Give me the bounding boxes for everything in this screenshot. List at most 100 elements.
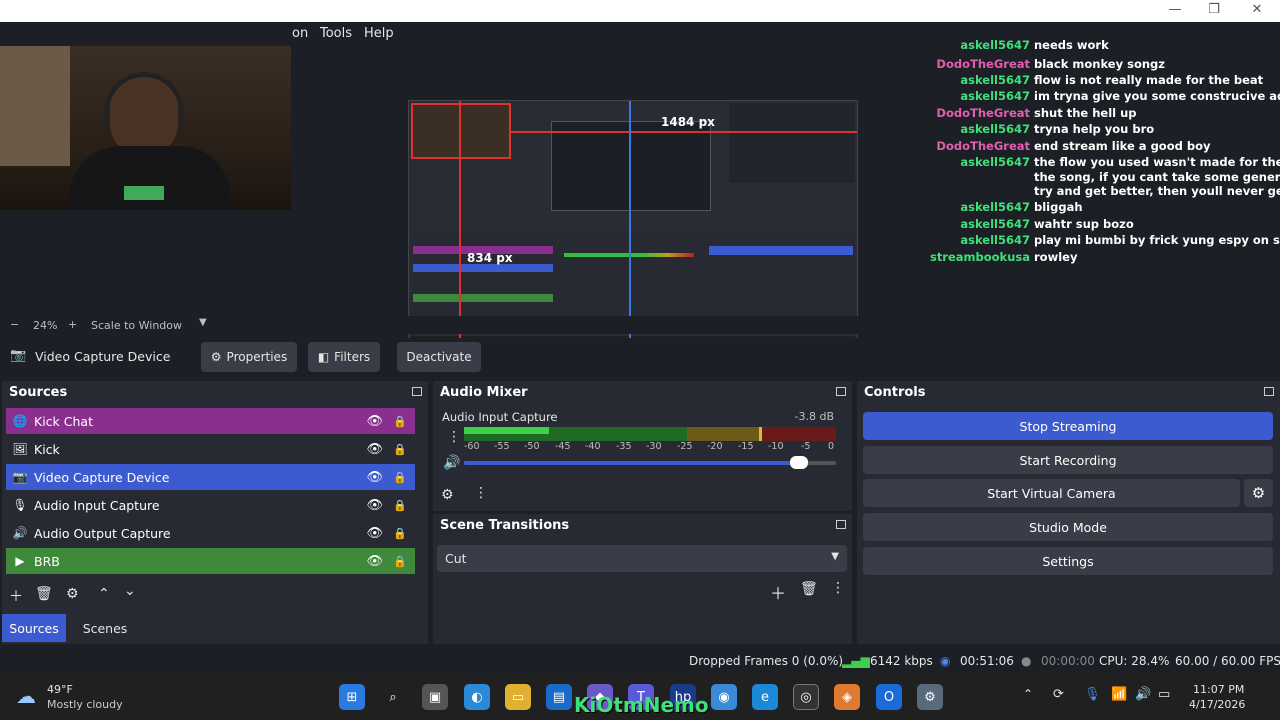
undock-icon[interactable] xyxy=(412,387,422,396)
play-icon: ▶ xyxy=(15,554,25,568)
controls-title: Controls xyxy=(857,381,1280,405)
menu-item-view[interactable]: on xyxy=(292,26,308,41)
move-up-icon[interactable]: ⌃ xyxy=(98,586,110,602)
tab-sources[interactable]: Sources xyxy=(2,614,66,642)
mixer-options-icon[interactable]: ⋮ xyxy=(474,485,488,501)
tick-label: -15 xyxy=(738,441,754,452)
add-source-icon[interactable]: ＋ xyxy=(9,586,23,606)
edge-icon[interactable]: e xyxy=(752,684,778,710)
tick-label: -20 xyxy=(707,441,723,452)
lock-icon[interactable]: 🔒 xyxy=(393,527,407,540)
filters-label: Filters xyxy=(334,350,371,364)
eye-icon[interactable]: 👁 xyxy=(366,442,383,457)
virtual-camera-settings-icon[interactable]: ⚙ xyxy=(1244,479,1273,507)
obs-icon[interactable]: ◎ xyxy=(793,684,819,710)
battery-icon[interactable]: ▭ xyxy=(1158,687,1170,702)
signal-icon: ▂▄▆ xyxy=(842,654,870,668)
mixer-settings-icon[interactable]: ⚙ xyxy=(441,487,454,503)
zoom-bar: − 24% + Scale to Window ▼ xyxy=(0,316,1280,334)
tab-scenes[interactable]: Scenes xyxy=(72,614,138,642)
lock-icon[interactable]: 🔒 xyxy=(393,555,407,568)
volume-slider[interactable] xyxy=(464,456,836,469)
scale-dropdown-icon[interactable]: ▼ xyxy=(199,317,207,328)
task-view-icon[interactable]: ▣ xyxy=(422,684,448,710)
app-icon-2[interactable]: ◉ xyxy=(711,684,737,710)
volume-slider-handle[interactable] xyxy=(789,456,808,469)
settings-app-icon[interactable]: ⚙ xyxy=(917,684,943,710)
clock-date[interactable]: 4/17/2026 xyxy=(1189,698,1245,711)
clock-time[interactable]: 11:07 PM xyxy=(1193,683,1244,696)
undock-icon[interactable] xyxy=(836,520,846,529)
source-label: Kick xyxy=(34,441,60,457)
search-icon[interactable]: ⌕ xyxy=(380,684,406,710)
source-item-video-capture-device[interactable]: 📷 Video Capture Device 👁 🔒 xyxy=(6,464,415,490)
chat-overlay: askell5647 needs work DodoTheGreat black m… xyxy=(900,38,1280,266)
tray-expand-icon[interactable]: ⌃ xyxy=(1023,687,1033,701)
microphone-tray-icon[interactable]: 🎙 xyxy=(1084,687,1101,702)
chat-message: DodoTheGreat black monkey songz xyxy=(900,57,1280,71)
gear-icon: ⚙ xyxy=(210,350,222,364)
zoom-in-button[interactable]: + xyxy=(68,318,77,331)
move-down-icon[interactable]: ⌄ xyxy=(124,583,136,599)
preview-area[interactable]: 1484 px 834 px askell5647 needs work Dodo… xyxy=(0,38,1280,355)
zoom-level: 24% xyxy=(33,319,58,332)
source-item-kick-chat[interactable]: 🌐 Kick Chat 👁 🔒 xyxy=(6,408,415,434)
webcam-window xyxy=(0,46,70,166)
filters-button[interactable]: ◧ Filters xyxy=(308,342,380,372)
stop-streaming-button[interactable]: Stop Streaming xyxy=(863,412,1273,440)
chat-text: flow is not really made for the beat xyxy=(1034,73,1264,87)
studio-mode-button[interactable]: Studio Mode xyxy=(863,513,1273,541)
source-item-audio-output-capture[interactable]: 🔊 Audio Output Capture 👁 🔒 xyxy=(6,520,415,546)
eye-icon[interactable]: 👁 xyxy=(366,498,383,513)
mixer-channel-name: Audio Input Capture xyxy=(442,410,558,424)
lock-icon[interactable]: 🔒 xyxy=(393,415,407,428)
eye-icon[interactable]: 👁 xyxy=(366,554,383,569)
undock-icon[interactable] xyxy=(836,387,846,396)
lock-icon[interactable]: 🔒 xyxy=(393,443,407,456)
transition-options-icon[interactable]: ⋮ xyxy=(831,580,845,596)
start-virtual-camera-button[interactable]: Start Virtual Camera xyxy=(863,479,1240,507)
start-icon[interactable]: ⊞ xyxy=(339,684,365,710)
delete-source-icon[interactable]: 🗑 xyxy=(35,586,53,602)
weather-icon[interactable]: ☁ xyxy=(16,684,36,708)
zoom-out-button[interactable]: − xyxy=(10,318,19,331)
add-transition-icon[interactable]: ＋ xyxy=(770,580,786,604)
tick-label: -50 xyxy=(524,441,540,452)
start-recording-button[interactable]: Start Recording xyxy=(863,446,1273,474)
menu-item-tools[interactable]: Tools xyxy=(320,26,352,41)
eye-icon[interactable]: 👁 xyxy=(366,470,383,485)
chat-message: askell5647 wahtr sup bozo xyxy=(900,217,1280,231)
volume-icon[interactable]: 🔊 xyxy=(1135,687,1151,702)
browser-icon[interactable]: ◐ xyxy=(464,684,490,710)
delete-transition-icon[interactable]: 🗑 xyxy=(800,581,818,597)
chat-message: askell5647 bliggah xyxy=(900,200,1280,214)
lock-icon[interactable]: 🔒 xyxy=(393,471,407,484)
menu-item-help[interactable]: Help xyxy=(364,26,394,41)
store-icon[interactable]: ▤ xyxy=(546,684,572,710)
app-icon-3[interactable]: ◈ xyxy=(834,684,860,710)
sync-icon[interactable]: ⟳ xyxy=(1053,687,1064,702)
nested-sources-highlight-2 xyxy=(413,264,553,272)
transition-select[interactable]: Cut ▼ xyxy=(437,545,847,572)
mixer-menu-icon[interactable]: ⋮ xyxy=(447,429,461,445)
minimize-button[interactable]: — xyxy=(1160,2,1190,17)
wifi-icon[interactable]: 📶 xyxy=(1111,687,1127,702)
eye-icon[interactable]: 👁 xyxy=(366,526,383,541)
source-label: Kick Chat xyxy=(34,413,93,429)
source-item-brb[interactable]: ▶ BRB 👁 🔒 xyxy=(6,548,415,574)
lock-icon[interactable]: 🔒 xyxy=(393,499,407,512)
eye-icon[interactable]: 👁 xyxy=(366,414,383,429)
speaker-icon[interactable]: 🔊 xyxy=(443,455,460,471)
source-item-audio-input-capture[interactable]: 🎙 Audio Input Capture 👁 🔒 xyxy=(6,492,415,518)
properties-button[interactable]: ⚙ Properties xyxy=(201,342,297,372)
settings-button[interactable]: Settings xyxy=(863,547,1273,575)
source-item-kick[interactable]: 🖼 Kick 👁 🔒 xyxy=(6,436,415,462)
maximize-button[interactable]: ❐ xyxy=(1199,2,1229,17)
source-properties-icon[interactable]: ⚙ xyxy=(66,586,79,602)
folder-icon[interactable]: ▭ xyxy=(505,684,531,710)
deactivate-button[interactable]: Deactivate xyxy=(397,342,481,372)
undock-icon[interactable] xyxy=(1264,387,1274,396)
outlook-icon[interactable]: O xyxy=(876,684,902,710)
close-button[interactable]: ✕ xyxy=(1242,2,1272,17)
tick-label: -40 xyxy=(585,441,601,452)
